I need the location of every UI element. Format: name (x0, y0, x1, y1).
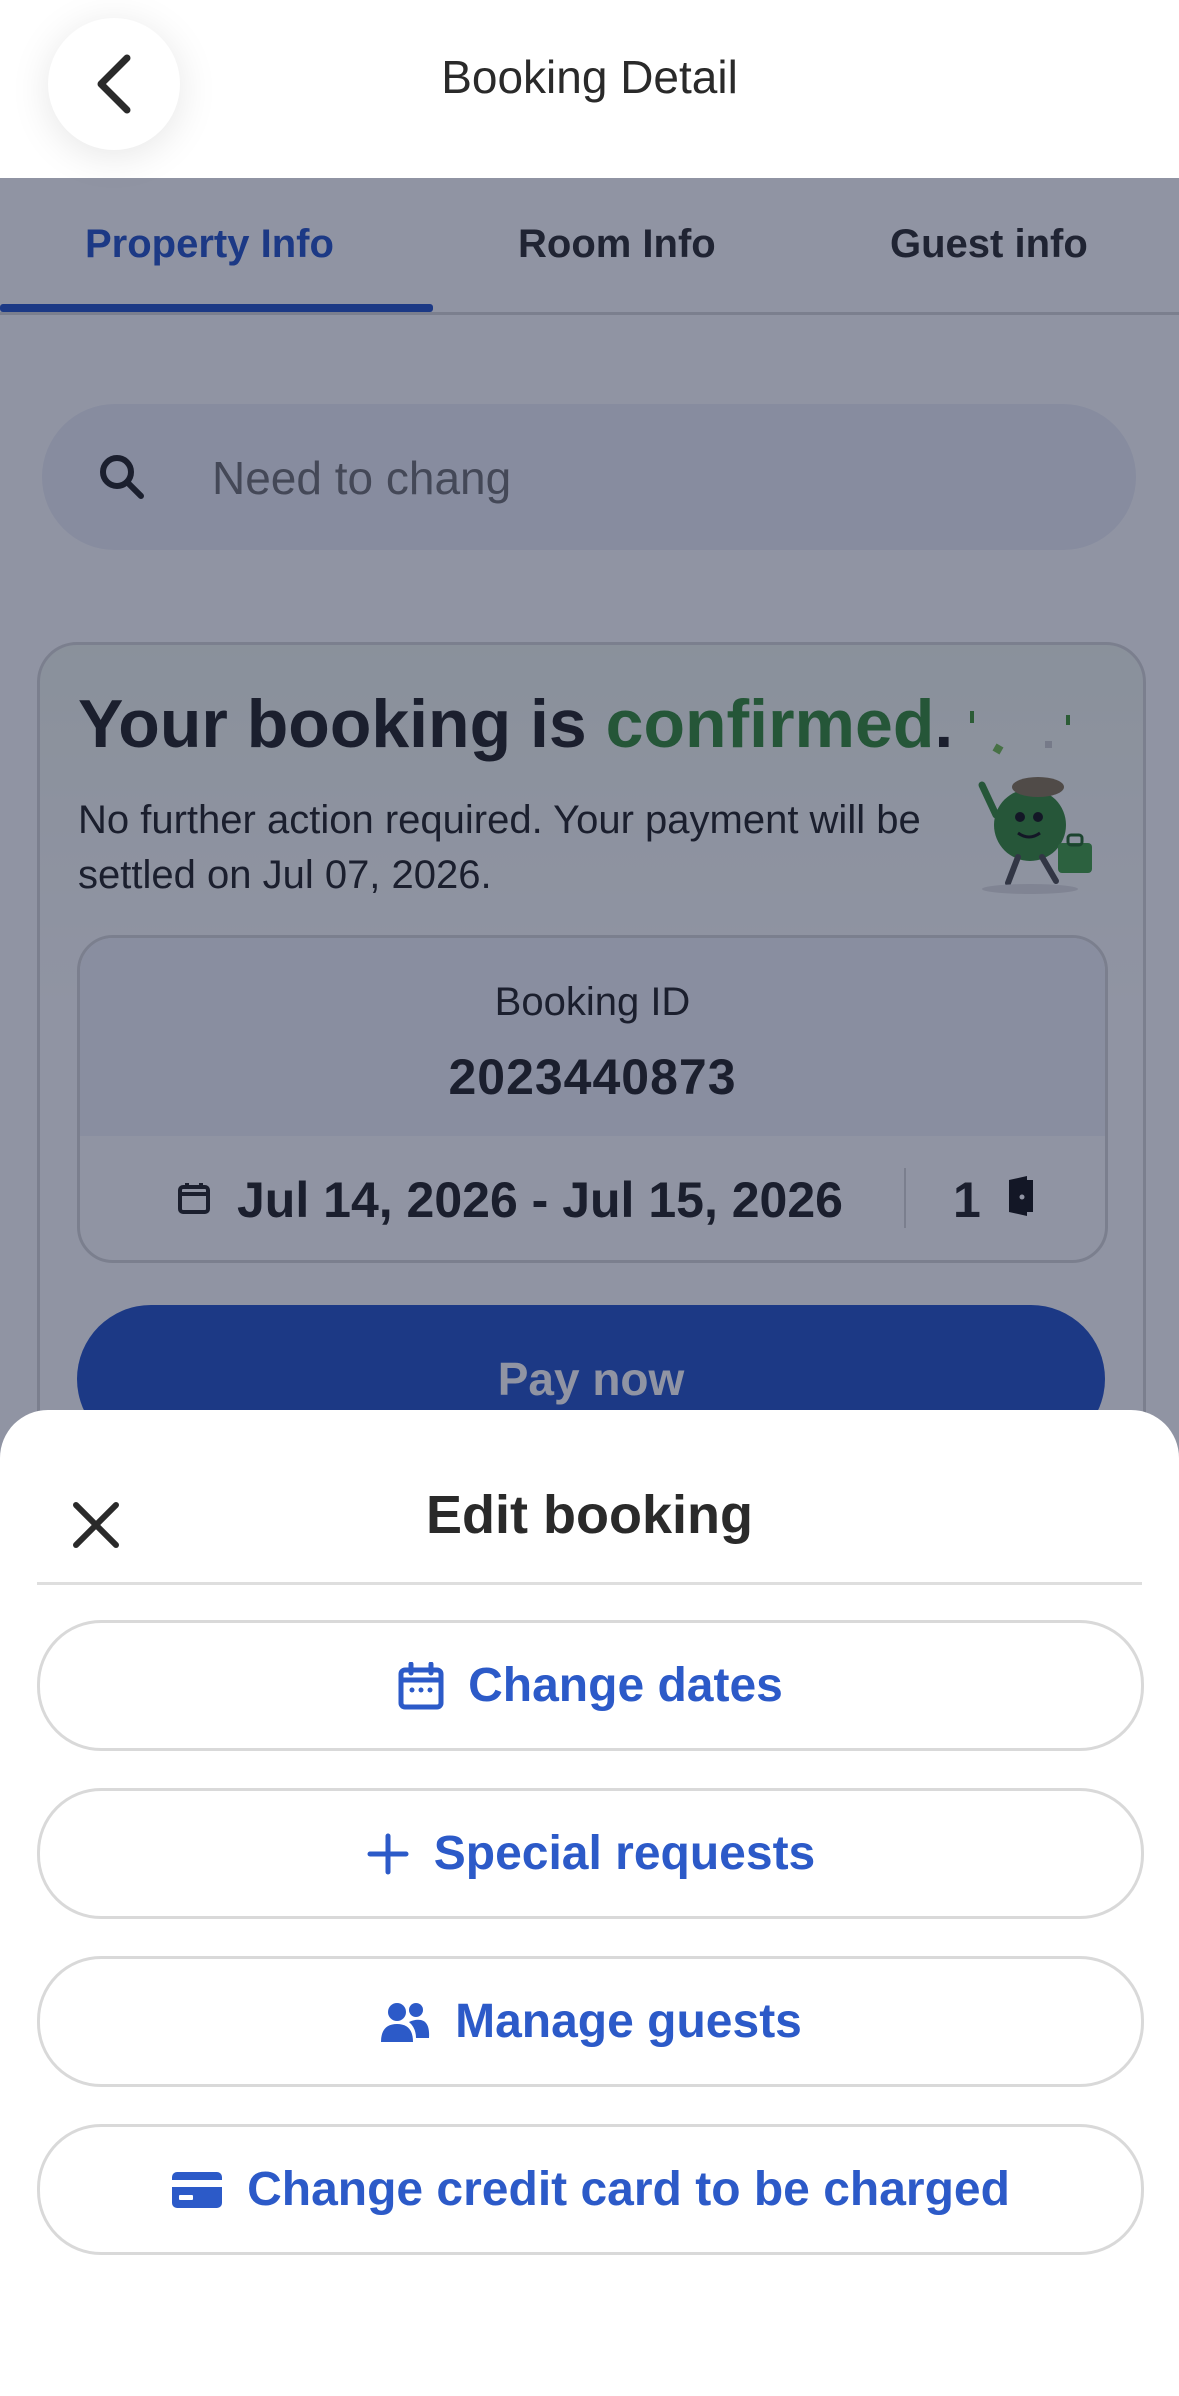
plus-icon (367, 1833, 409, 1874)
calendar-icon (398, 1661, 444, 1709)
special-requests-label: Special requests (433, 1827, 816, 1880)
change-credit-card-button[interactable]: Change credit card to be charged (37, 2124, 1144, 2255)
sheet-title: Edit booking (426, 1485, 753, 1545)
change-dates-button[interactable]: Change dates (37, 1620, 1144, 1751)
users-icon (381, 2002, 430, 2042)
manage-guests-label: Manage guests (455, 1995, 802, 2048)
change-dates-label: Change dates (468, 1659, 783, 1712)
page-title: Booking Detail (441, 51, 738, 103)
sheet-divider (37, 1582, 1142, 1585)
edit-booking-sheet: Edit booking Change dates Special reques… (0, 1410, 1179, 2396)
credit-card-icon (172, 2171, 223, 2208)
header: Booking Detail (0, 0, 1179, 178)
special-requests-button[interactable]: Special requests (37, 1788, 1144, 1919)
manage-guests-button[interactable]: Manage guests (37, 1956, 1144, 2087)
change-credit-card-label: Change credit card to be charged (247, 2163, 1010, 2216)
